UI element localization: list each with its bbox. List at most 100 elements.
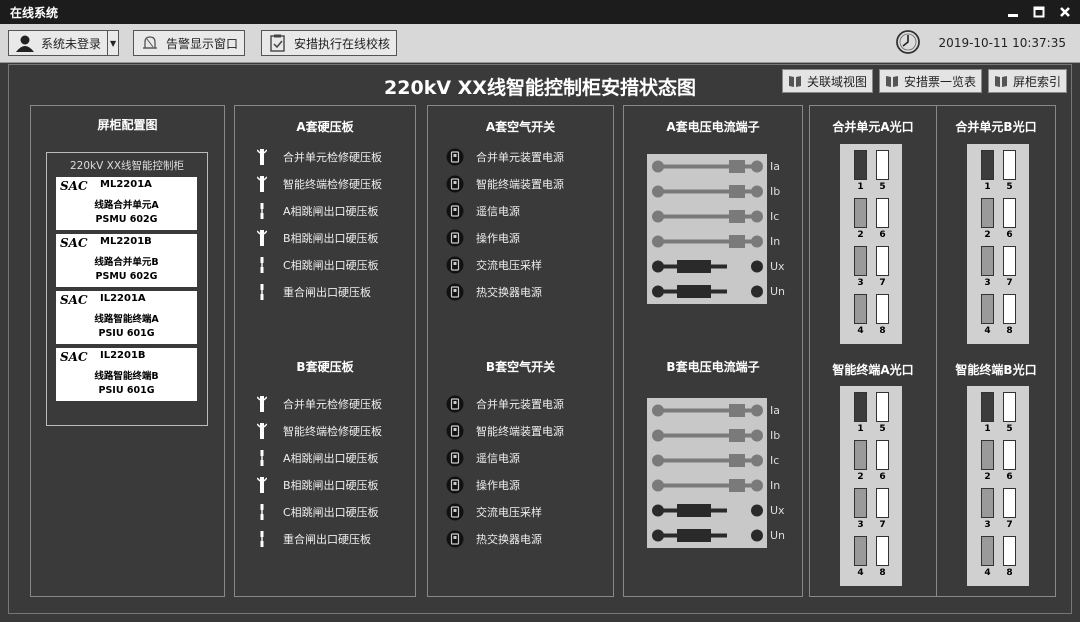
optical-port[interactable] <box>981 294 994 324</box>
user-login-button[interactable]: 系统未登录 <box>8 30 109 56</box>
minimize-button[interactable] <box>1002 1 1024 23</box>
hard-plate-item[interactable]: C相跳闸出口硬压板 <box>235 251 415 278</box>
terminal-item[interactable]: Ib <box>647 423 780 448</box>
optical-port[interactable] <box>854 150 867 180</box>
air-switch-item[interactable]: 合并单元装置电源 <box>428 143 613 170</box>
optical-port[interactable] <box>1003 392 1016 422</box>
ticket-list-button[interactable]: 安措票一览表 <box>878 69 982 93</box>
hard-plate-item[interactable]: 智能终端检修硬压板 <box>235 417 415 444</box>
hard-plate-label: A相跳闸出口硬压板 <box>283 451 379 465</box>
hard-plate-item[interactable]: 重合闸出口硬压板 <box>235 525 415 552</box>
optical-port[interactable] <box>876 536 889 566</box>
optical-port[interactable] <box>876 294 889 324</box>
hard-plate-item[interactable]: B相跳闸出口硬压板 <box>235 224 415 251</box>
optical-port[interactable] <box>981 536 994 566</box>
hard-plate-item[interactable]: 合并单元检修硬压板 <box>235 390 415 417</box>
hard-plate-item[interactable]: 合并单元检修硬压板 <box>235 143 415 170</box>
mu-a-port-header: 合并单元A光口 <box>832 120 914 134</box>
ticket-list-label: 安措票一览表 <box>903 74 976 89</box>
optical-port[interactable] <box>854 294 867 324</box>
optical-port[interactable] <box>981 198 994 228</box>
optical-port[interactable] <box>876 150 889 180</box>
device-card[interactable]: SAC ML2201B 线路合并单元B PSMU 602G <box>56 234 197 287</box>
terminal-item[interactable]: Ic <box>647 448 779 473</box>
terminal-item[interactable]: In <box>647 229 780 254</box>
air-switch-icon <box>442 422 468 440</box>
optical-port[interactable] <box>876 246 889 276</box>
hard-plate-item[interactable]: C相跳闸出口硬压板 <box>235 498 415 525</box>
terminal-item[interactable]: Ic <box>647 204 779 229</box>
terminal-item[interactable]: Ib <box>647 179 780 204</box>
optical-port[interactable] <box>854 198 867 228</box>
optical-port[interactable] <box>854 392 867 422</box>
optical-port[interactable] <box>854 246 867 276</box>
optical-port[interactable] <box>876 440 889 470</box>
hard-plate-item[interactable]: 智能终端检修硬压板 <box>235 170 415 197</box>
optical-port[interactable] <box>854 440 867 470</box>
close-button[interactable] <box>1054 1 1076 23</box>
device-card[interactable]: SAC IL2201A 线路智能终端A PSIU 601G <box>56 291 197 344</box>
assoc-view-button[interactable]: 关联域视图 <box>781 69 873 93</box>
optical-port[interactable] <box>981 440 994 470</box>
optical-port[interactable] <box>1003 246 1016 276</box>
device-model: IL2201A <box>100 293 146 304</box>
port-number: 2 <box>984 472 991 482</box>
hard-plate-item[interactable]: 重合闸出口硬压板 <box>235 278 415 305</box>
air-switch-item[interactable]: 交流电压采样 <box>428 251 613 278</box>
air-switch-item[interactable]: 智能终端装置电源 <box>428 417 613 444</box>
optical-port[interactable] <box>981 150 994 180</box>
optical-port[interactable] <box>981 392 994 422</box>
cabinet-index-button[interactable]: 屏柜索引 <box>987 69 1067 93</box>
optical-port[interactable] <box>1003 440 1016 470</box>
air-switch-item[interactable]: 操作电源 <box>428 471 613 498</box>
air-switch-item[interactable]: 遥信电源 <box>428 444 613 471</box>
air-switch-label: 热交换器电源 <box>476 532 542 546</box>
optical-port[interactable] <box>1003 536 1016 566</box>
terminal-item[interactable]: Ia <box>647 398 780 423</box>
air-switch-item[interactable]: 交流电压采样 <box>428 498 613 525</box>
air-switch-item[interactable]: 合并单元装置电源 <box>428 390 613 417</box>
terminal-open-icon <box>647 254 767 279</box>
terminal-label: Ic <box>770 210 780 223</box>
terminal-item[interactable]: Un <box>647 523 785 548</box>
optical-port[interactable] <box>1003 150 1016 180</box>
air-switch-item[interactable]: 智能终端装置电源 <box>428 170 613 197</box>
plate-open-icon <box>249 530 275 548</box>
optical-port[interactable] <box>854 488 867 518</box>
optical-port[interactable] <box>876 488 889 518</box>
optical-port[interactable] <box>876 198 889 228</box>
maximize-button[interactable] <box>1028 1 1050 23</box>
hard-plate-item[interactable]: A相跳闸出口硬压板 <box>235 197 415 224</box>
port-number: 8 <box>879 326 886 336</box>
air-switch-item[interactable]: 热交换器电源 <box>428 278 613 305</box>
air-switch-icon <box>442 530 468 548</box>
plate-open-icon <box>249 256 275 274</box>
hard-plate-label: 智能终端检修硬压板 <box>283 424 382 438</box>
it-a-port-header: 智能终端A光口 <box>832 363 914 377</box>
air-switch-item[interactable]: 热交换器电源 <box>428 525 613 552</box>
optical-port[interactable] <box>1003 488 1016 518</box>
air-switch-item[interactable]: 遥信电源 <box>428 197 613 224</box>
optical-port[interactable] <box>876 392 889 422</box>
terminal-item[interactable]: Ia <box>647 154 780 179</box>
terminal-item[interactable]: In <box>647 473 780 498</box>
online-check-button[interactable]: 安措执行在线校核 <box>261 30 398 56</box>
it-b-port-header: 智能终端B光口 <box>955 363 1037 377</box>
optical-port[interactable] <box>1003 198 1016 228</box>
optical-port[interactable] <box>981 246 994 276</box>
device-card[interactable]: SAC IL2201B 线路智能终端B PSIU 601G <box>56 348 197 401</box>
hard-plate-item[interactable]: A相跳闸出口硬压板 <box>235 444 415 471</box>
device-card[interactable]: SAC ML2201A 线路合并单元A PSMU 602G <box>56 177 197 230</box>
alarm-label: 告警显示窗口 <box>166 36 239 51</box>
optical-port[interactable] <box>854 536 867 566</box>
terminal-item[interactable]: Un <box>647 279 785 304</box>
optical-port[interactable] <box>1003 294 1016 324</box>
air-switch-item[interactable]: 操作电源 <box>428 224 613 251</box>
plate-closed-icon <box>249 175 275 193</box>
terminal-item[interactable]: Ux <box>647 254 785 279</box>
user-dropdown[interactable]: ▼ <box>108 30 120 56</box>
optical-port[interactable] <box>981 488 994 518</box>
hard-plate-item[interactable]: B相跳闸出口硬压板 <box>235 471 415 498</box>
alarm-window-button[interactable]: 告警显示窗口 <box>133 30 246 56</box>
terminal-item[interactable]: Ux <box>647 498 785 523</box>
